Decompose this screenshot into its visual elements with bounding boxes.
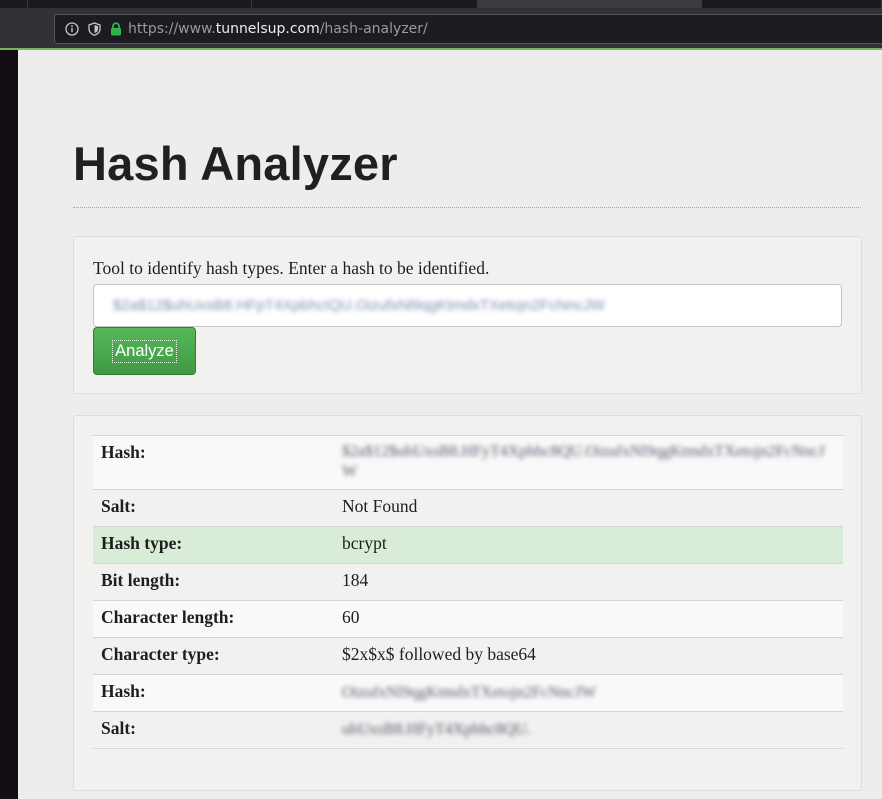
browser-tab[interactable] bbox=[0, 0, 28, 8]
window-edge bbox=[0, 50, 18, 799]
table-row: Character type: $2x$x$ followed by base6… bbox=[93, 637, 843, 675]
result-label: Hash: bbox=[93, 435, 334, 490]
hash-value: $2a$12$ubUxsB8.HFyT4Xpbhc8QU.OizufxNl9qg… bbox=[342, 443, 825, 480]
table-row: Hash: $2a$12$ubUxsB8.HFyT4Xpbhc8QU.Oizuf… bbox=[93, 435, 843, 490]
results-panel: Hash: $2a$12$ubUxsB8.HFyT4Xpbhc8QU.Oizuf… bbox=[73, 415, 862, 791]
results-table: Hash: $2a$12$ubUxsB8.HFyT4Xpbhc8QU.Oizuf… bbox=[93, 435, 843, 749]
result-value: bcrypt bbox=[334, 526, 843, 564]
table-row: Hash: OizufxNl9qgKtmdxTXetojn2FcNncJW bbox=[93, 674, 843, 712]
result-value: ubUxsB8.HFyT4Xpbhc8QU. bbox=[334, 711, 843, 749]
help-text: Tool to identify hash types. Enter a has… bbox=[93, 258, 490, 278]
result-value: Not Found bbox=[334, 489, 843, 527]
analyze-button[interactable]: Analyze bbox=[93, 327, 196, 375]
page-title: Hash Analyzer bbox=[73, 137, 398, 190]
result-label: Character type: bbox=[93, 637, 334, 675]
title-divider bbox=[73, 207, 861, 208]
result-label: Bit length: bbox=[93, 563, 334, 601]
table-row-highlighted: Hash type: bcrypt bbox=[93, 526, 843, 564]
table-row: Bit length: 184 bbox=[93, 563, 843, 601]
result-label: Salt: bbox=[93, 489, 334, 527]
result-label: Hash type: bbox=[93, 526, 334, 564]
shield-icon[interactable] bbox=[88, 22, 101, 36]
address-bar[interactable]: https://www.tunnelsup.com/hash-analyzer/ bbox=[54, 14, 882, 44]
tab-strip bbox=[0, 0, 882, 8]
salt-value: ubUxsB8.HFyT4Xpbhc8QU. bbox=[342, 721, 531, 738]
result-value: $2x$x$ followed by base64 bbox=[334, 637, 843, 675]
hash-input[interactable]: $2a$12$uhUxsB8.HFpT4XpbhcIQU.OizufxNl9qg… bbox=[93, 284, 842, 327]
browser-tab-active[interactable] bbox=[478, 0, 702, 8]
lock-icon[interactable] bbox=[110, 22, 122, 36]
table-row: Salt: Not Found bbox=[93, 489, 843, 527]
result-label: Character length: bbox=[93, 600, 334, 638]
result-value: 60 bbox=[334, 600, 843, 638]
result-label: Salt: bbox=[93, 711, 334, 749]
result-value: OizufxNl9qgKtmdxTXetojn2FcNncJW bbox=[334, 674, 843, 712]
page-content: Hash Analyzer Tool to identify hash type… bbox=[18, 50, 882, 799]
browser-toolbar: https://www.tunnelsup.com/hash-analyzer/ bbox=[0, 8, 882, 48]
hash-form-panel: Tool to identify hash types. Enter a has… bbox=[73, 236, 862, 394]
analyze-button-label: Analyze bbox=[112, 339, 177, 363]
result-value: $2a$12$ubUxsB8.HFyT4Xpbhc8QU.OizufxNl9qg… bbox=[334, 435, 843, 490]
browser-tab[interactable] bbox=[702, 0, 882, 8]
info-icon[interactable] bbox=[65, 22, 79, 36]
url-text[interactable]: https://www.tunnelsup.com/hash-analyzer/ bbox=[128, 21, 428, 37]
table-row: Salt: ubUxsB8.HFyT4Xpbhc8QU. bbox=[93, 711, 843, 749]
browser-tab[interactable] bbox=[252, 0, 478, 8]
result-value: 184 bbox=[334, 563, 843, 601]
table-row: Character length: 60 bbox=[93, 600, 843, 638]
hash-part-value: OizufxNl9qgKtmdxTXetojn2FcNncJW bbox=[342, 684, 597, 701]
browser-tab[interactable] bbox=[28, 0, 252, 8]
result-label: Hash: bbox=[93, 674, 334, 712]
hash-input-value: $2a$12$uhUxsB8.HFpT4XpbhcIQU.OizufxNl9qg… bbox=[113, 297, 605, 314]
